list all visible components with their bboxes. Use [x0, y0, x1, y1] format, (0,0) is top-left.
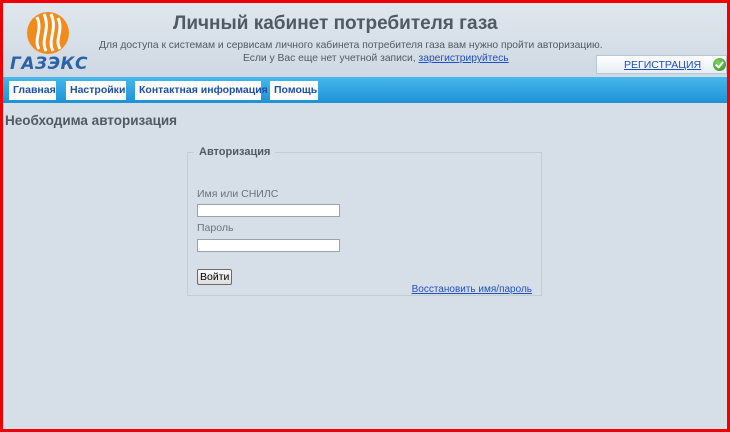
nav-contacts[interactable]: Контактная информация [135, 81, 268, 100]
restore-credentials-link[interactable]: Восстановить имя/пароль [412, 284, 532, 295]
username-input[interactable] [197, 204, 340, 217]
check-icon [713, 58, 726, 71]
register-link[interactable]: зарегистрируйтесь [419, 53, 509, 64]
logo-text: ГАЗЭКС [10, 54, 88, 74]
nav-home[interactable]: Главная [9, 81, 56, 100]
registration-link[interactable]: РЕГИСТРАЦИЯ [624, 59, 701, 71]
main-navbar: Главная Настройки Контактная информация … [3, 77, 727, 103]
username-label: Имя или СНИЛС [197, 188, 279, 200]
nav-help[interactable]: Помощь [270, 81, 318, 100]
login-button[interactable]: Войти [197, 269, 233, 285]
no-account-prefix: Если у Вас еще нет учетной записи, [243, 53, 419, 64]
nav-settings[interactable]: Настройки [66, 81, 126, 100]
registration-button[interactable]: РЕГИСТРАЦИЯ [596, 55, 727, 74]
auth-fieldset: Авторизация Имя или СНИЛС Пароль Войти В… [187, 146, 542, 296]
password-input[interactable] [197, 239, 340, 252]
password-label: Пароль [197, 222, 234, 234]
no-account-text: Если у Вас еще нет учетной записи, зарег… [243, 53, 509, 64]
gazeks-logo: ГАЗЭКС [6, 9, 90, 74]
auth-legend: Авторизация [199, 146, 271, 158]
header: ГАЗЭКС Личный кабинет потребителя газа Д… [3, 3, 727, 77]
page-heading: Необходима авторизация [5, 113, 178, 128]
header-subtitle: Для доступа к системам и сервисам личног… [99, 40, 603, 51]
page-title: Личный кабинет потребителя газа [173, 13, 498, 34]
